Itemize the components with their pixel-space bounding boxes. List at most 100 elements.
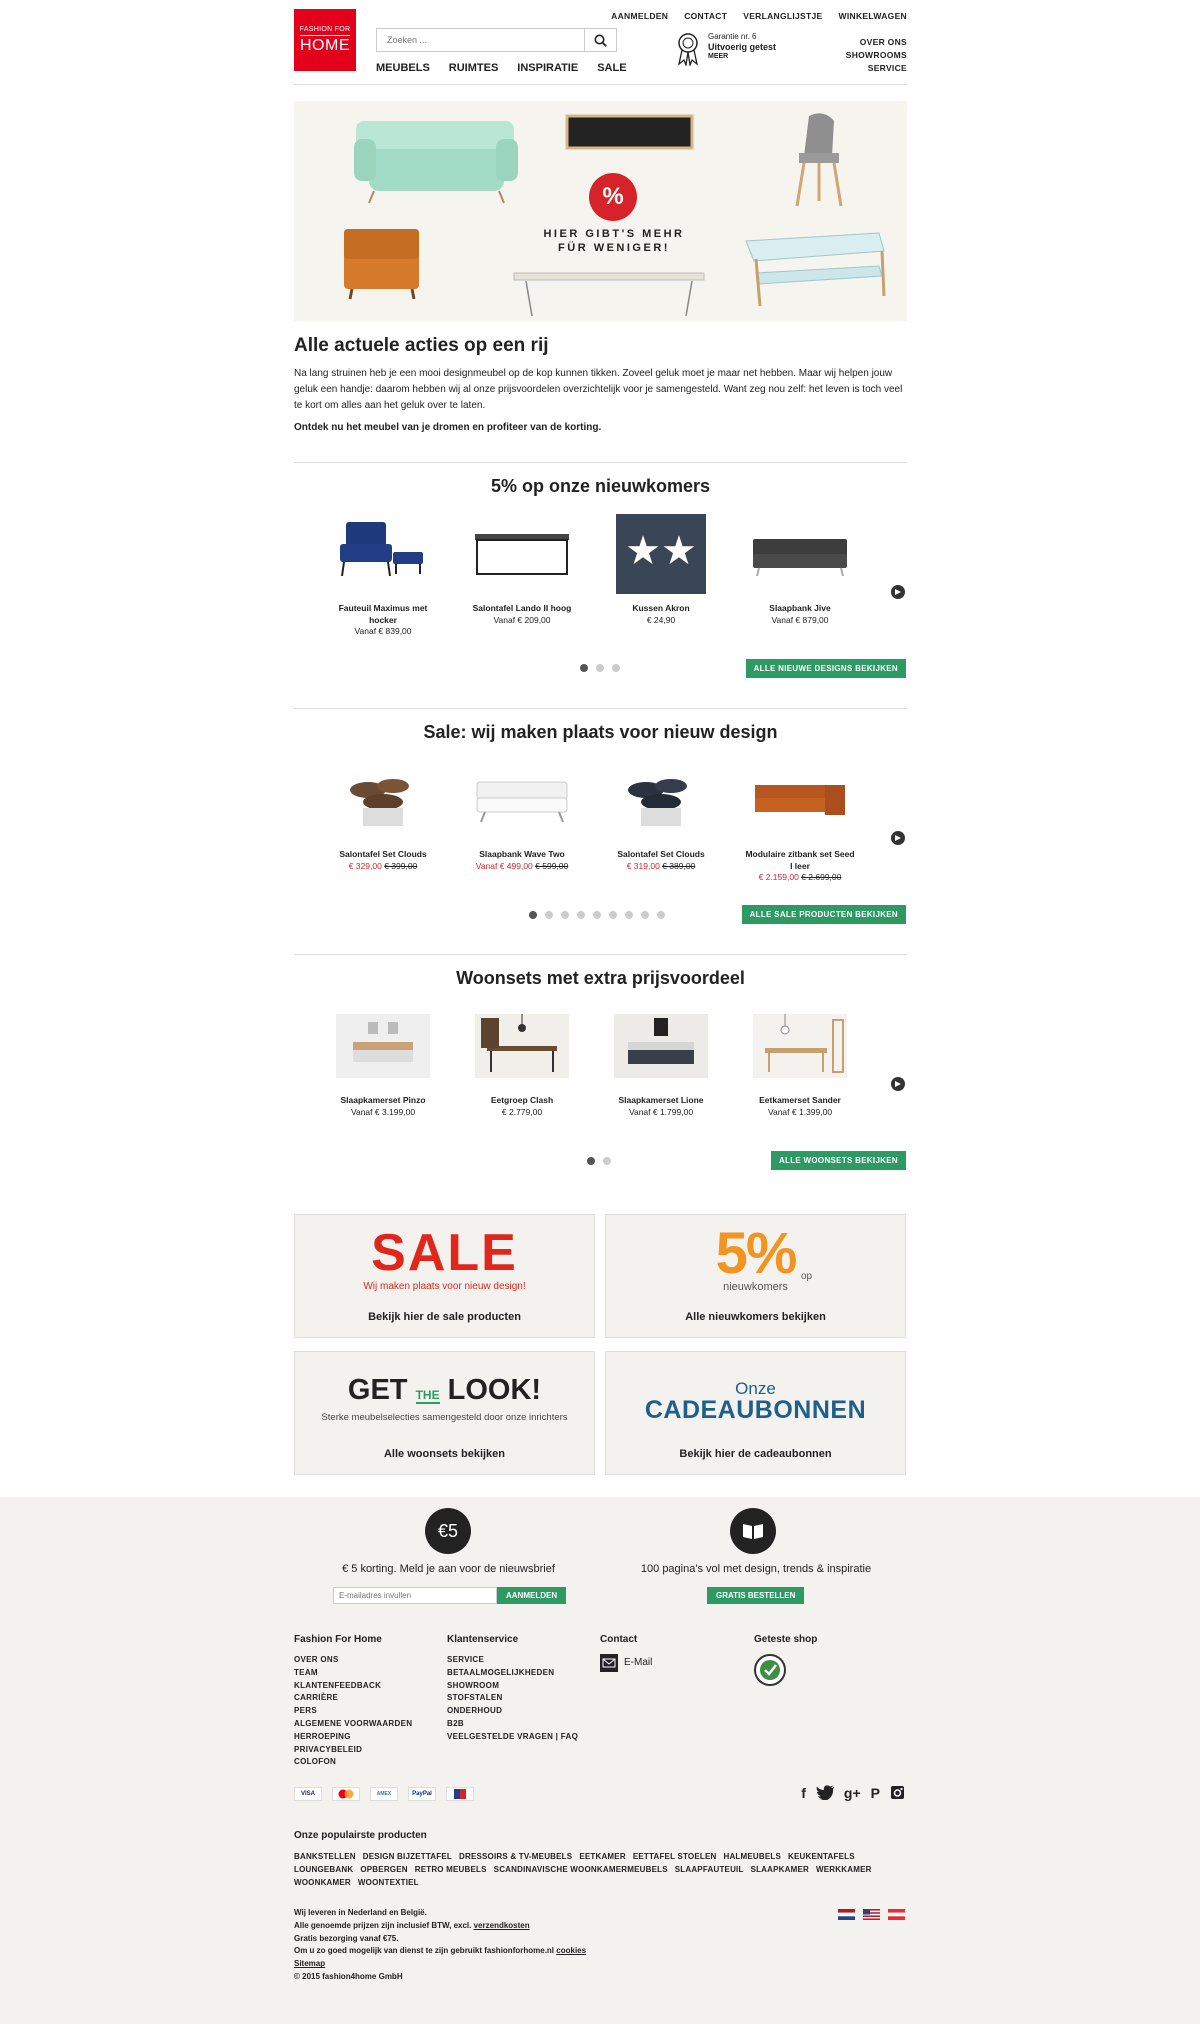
- search-input[interactable]: [377, 29, 584, 51]
- instagram-icon[interactable]: [890, 1785, 905, 1800]
- footer-link[interactable]: KLANTENFEEDBACK: [294, 1680, 412, 1693]
- popular-link[interactable]: OPBERGEN: [360, 1865, 407, 1874]
- popular-link[interactable]: KEUKENTAFELS: [788, 1852, 855, 1861]
- footer-link[interactable]: SHOWROOM: [447, 1680, 578, 1693]
- footer-link[interactable]: B2B: [447, 1718, 578, 1731]
- product-card[interactable]: Slaapkamerset Pinzo Vanaf € 3.199,00: [328, 1006, 438, 1118]
- footer-link[interactable]: OVER ONS: [294, 1654, 412, 1667]
- nav-meubels[interactable]: MEUBELS: [376, 62, 430, 74]
- link-verlanglijstje[interactable]: VERLANGLIJSTJE: [743, 11, 822, 21]
- product-card[interactable]: Modulaire zitbank set Seed I leer € 2.15…: [745, 760, 855, 884]
- tested-shop-seal-icon[interactable]: [754, 1654, 786, 1686]
- popular-link[interactable]: SLAAPKAMER: [751, 1865, 809, 1874]
- product-card[interactable]: Salontafel Set Clouds € 319,00 € 389,00: [606, 760, 716, 872]
- footer-link[interactable]: TEAM: [294, 1667, 412, 1680]
- footer-link[interactable]: CARRIÈRE: [294, 1692, 412, 1705]
- product-card[interactable]: Eetgroep Clash € 2.779,00: [467, 1006, 577, 1118]
- footer-link[interactable]: VEELGESTELDE VRAGEN | FAQ: [447, 1731, 578, 1744]
- footer-link[interactable]: PERS: [294, 1705, 412, 1718]
- carousel-dot[interactable]: [641, 911, 649, 919]
- popular-link[interactable]: EETKAMER: [579, 1852, 626, 1861]
- tile-newcomers[interactable]: 5% op nieuwkomers Alle nieuwkomers bekij…: [605, 1214, 906, 1338]
- carousel-dot[interactable]: [587, 1157, 595, 1165]
- netherlands-flag-icon[interactable]: [838, 1909, 855, 1920]
- popular-link[interactable]: HALMEUBELS: [723, 1852, 781, 1861]
- footer-link[interactable]: PRIVACYBELEID: [294, 1744, 412, 1757]
- newsletter-subscribe-button[interactable]: AANMELDEN: [497, 1587, 567, 1604]
- popular-link[interactable]: RETRO MEUBELS: [415, 1865, 487, 1874]
- carousel-dot[interactable]: [609, 911, 617, 919]
- shipping-costs-link[interactable]: verzendkosten: [474, 1921, 530, 1930]
- carousel-next-button[interactable]: [891, 831, 905, 845]
- product-card[interactable]: Slaapbank Wave Two Vanaf € 499,00 € 599,…: [467, 760, 577, 872]
- carousel-dot[interactable]: [529, 911, 537, 919]
- popular-link[interactable]: DESIGN BIJZETTAFEL: [363, 1852, 452, 1861]
- link-winkelwagen[interactable]: WINKELWAGEN: [839, 11, 907, 21]
- search-button[interactable]: [584, 29, 616, 51]
- carousel-dot[interactable]: [612, 664, 620, 672]
- popular-link[interactable]: SCANDINAVISCHE WOONKAMERMEUBELS: [494, 1865, 668, 1874]
- nav-sale[interactable]: SALE: [597, 62, 626, 74]
- footer-link[interactable]: SERVICE: [447, 1654, 578, 1667]
- carousel-next-button[interactable]: [891, 1077, 905, 1091]
- product-card[interactable]: Slaapkamerset Lione Vanaf € 1.799,00: [606, 1006, 716, 1118]
- catalog-order-button[interactable]: GRATIS BESTELLEN: [707, 1587, 805, 1604]
- popular-link[interactable]: WERKKAMER: [816, 1865, 872, 1874]
- popular-link[interactable]: DRESSOIRS & TV-MEUBELS: [459, 1852, 572, 1861]
- footer-link[interactable]: BETAALMOGELIJKHEDEN: [447, 1667, 578, 1680]
- all-sale-products-button[interactable]: ALLE SALE PRODUCTEN BEKIJKEN: [741, 905, 906, 924]
- all-living-sets-button[interactable]: ALLE WOONSETS BEKIJKEN: [770, 1151, 906, 1170]
- link-contact[interactable]: CONTACT: [684, 11, 727, 21]
- logo[interactable]: FASHION FOR HOME: [294, 9, 356, 71]
- sitemap-link[interactable]: Sitemap: [294, 1958, 586, 1971]
- product-card[interactable]: Salontafel Lando II hoog Vanaf € 209,00: [467, 514, 577, 626]
- carousel-dot[interactable]: [603, 1157, 611, 1165]
- popular-link[interactable]: WOONKAMER: [294, 1878, 351, 1887]
- popular-link[interactable]: SLAAPFAUTEUIL: [675, 1865, 744, 1874]
- facebook-icon[interactable]: f: [801, 1785, 806, 1801]
- footer-link[interactable]: COLOFON: [294, 1756, 412, 1769]
- guarantee-badge[interactable]: Garantie nr. 6 Uitvoerig getest MEER: [676, 32, 776, 66]
- all-new-designs-button[interactable]: ALLE NIEUWE DESIGNS BEKIJKEN: [745, 659, 906, 678]
- footer-link[interactable]: ALGEMENE VOORWAARDEN: [294, 1718, 412, 1731]
- united-states-flag-icon[interactable]: [863, 1909, 880, 1920]
- product-card[interactable]: ★★ Kussen Akron € 24,90: [606, 514, 716, 626]
- link-aanmelden[interactable]: AANMELDEN: [611, 11, 668, 21]
- footer-link[interactable]: ONDERHOUD: [447, 1705, 578, 1718]
- link-service[interactable]: SERVICE: [846, 62, 907, 75]
- popular-link[interactable]: BANKSTELLEN: [294, 1852, 356, 1861]
- tile-gift-cards[interactable]: Onze CADEAUBONNEN Bekijk hier de cadeaub…: [605, 1351, 906, 1475]
- hero-banner[interactable]: % HIER GIBT'S MEHR FÜR WENIGER!: [294, 101, 907, 321]
- link-over-ons[interactable]: OVER ONS: [846, 36, 907, 49]
- carousel-dot[interactable]: [593, 911, 601, 919]
- carousel-next-button[interactable]: [891, 585, 905, 599]
- newsletter-email-input[interactable]: [333, 1587, 497, 1604]
- popular-link[interactable]: LOUNGEBANK: [294, 1865, 353, 1874]
- pinterest-icon[interactable]: P: [871, 1785, 880, 1801]
- tile-sale[interactable]: SALE Wij maken plaats voor nieuw design!…: [294, 1214, 595, 1338]
- tile-get-the-look[interactable]: GET THE LOOK! Sterke meubelselecties sam…: [294, 1351, 595, 1475]
- guarantee-more-link[interactable]: MEER: [708, 53, 776, 62]
- carousel-dot[interactable]: [657, 911, 665, 919]
- footer-link[interactable]: HERROEPING: [294, 1731, 412, 1744]
- email-link[interactable]: E-Mail: [600, 1654, 652, 1672]
- carousel-dot[interactable]: [577, 911, 585, 919]
- product-card[interactable]: Eetkamerset Sander Vanaf € 1.399,00: [745, 1006, 855, 1118]
- google-plus-icon[interactable]: g+: [844, 1785, 861, 1801]
- link-showrooms[interactable]: SHOWROOMS: [846, 49, 907, 62]
- carousel-dot[interactable]: [580, 664, 588, 672]
- cookies-link[interactable]: cookies: [556, 1946, 586, 1955]
- footer-link[interactable]: STOFSTALEN: [447, 1692, 578, 1705]
- austria-flag-icon[interactable]: [888, 1909, 905, 1920]
- product-card[interactable]: Salontafel Set Clouds € 329,00 € 399,00: [328, 760, 438, 872]
- twitter-icon[interactable]: [815, 1785, 834, 1800]
- carousel-dot[interactable]: [545, 911, 553, 919]
- popular-link[interactable]: EETTAFEL STOELEN: [633, 1852, 717, 1861]
- carousel-dot[interactable]: [596, 664, 604, 672]
- carousel-dot[interactable]: [561, 911, 569, 919]
- popular-link[interactable]: WOONTEXTIEL: [358, 1878, 419, 1887]
- carousel-dot[interactable]: [625, 911, 633, 919]
- product-card[interactable]: Slaapbank Jive Vanaf € 879,00: [745, 514, 855, 626]
- product-card[interactable]: Fauteuil Maximus met hocker Vanaf € 839,…: [328, 514, 438, 638]
- nav-ruimtes[interactable]: RUIMTES: [449, 62, 499, 74]
